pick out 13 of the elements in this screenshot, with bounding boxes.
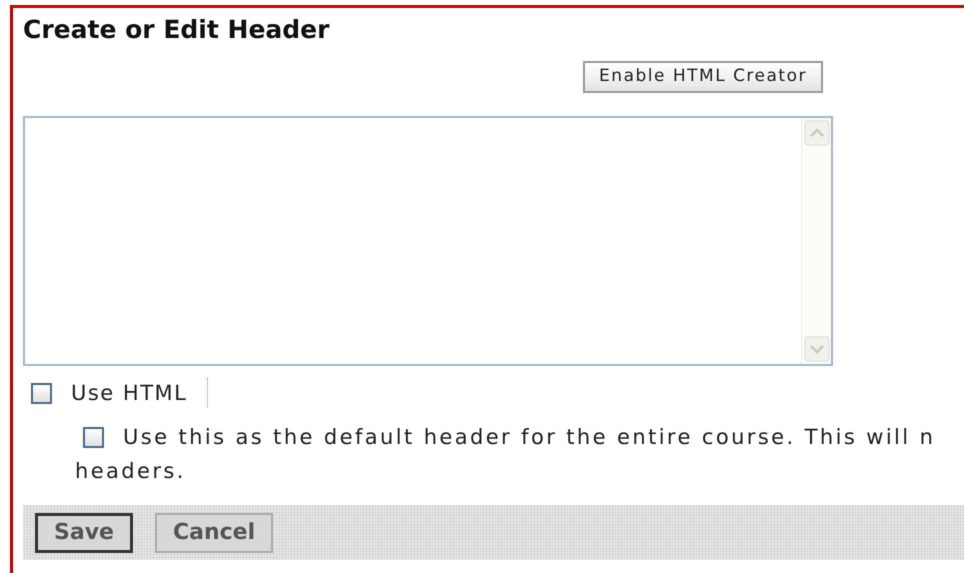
checkbox-label: Use HTML: [71, 381, 188, 405]
checkbox[interactable]: [31, 382, 52, 404]
text-editor[interactable]: [23, 116, 833, 366]
scroll-up-icon[interactable]: [804, 120, 830, 146]
form-button[interactable]: Save: [35, 512, 133, 552]
form-button[interactable]: Cancel: [154, 512, 274, 552]
enable-html-creator-button[interactable]: Enable HTML Creator: [583, 61, 823, 93]
checkbox-label: Use this as the default header for the entire course. This will n: [123, 425, 936, 449]
scroll-bar[interactable]: [801, 118, 831, 364]
checkbox-label-continued: headers.: [75, 459, 186, 483]
scroll-down-icon[interactable]: [804, 336, 830, 362]
checkbox[interactable]: [83, 426, 104, 448]
page-title: Create or Edit Header: [23, 16, 330, 44]
